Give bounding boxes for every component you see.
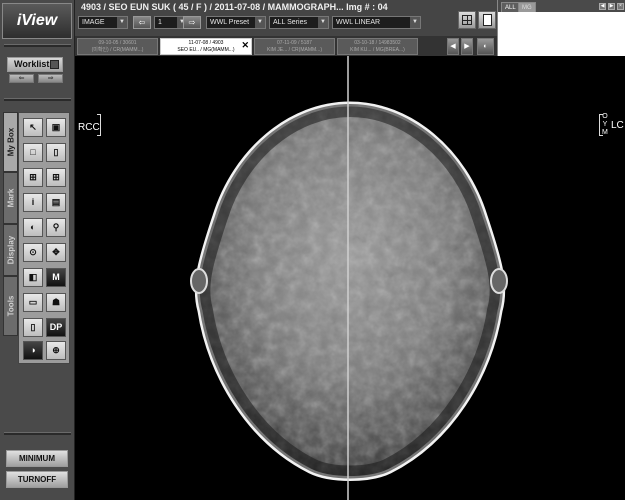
tab-tools[interactable]: Tools xyxy=(3,276,18,336)
layout-grid-button[interactable] xyxy=(458,11,476,29)
study-tabs: 09-10-05 / 30601 (미확인) / CR(MAMM...) 11-0… xyxy=(75,36,497,56)
tab-mg[interactable]: MG xyxy=(518,2,536,12)
worklist-icon xyxy=(50,60,59,69)
close-icon[interactable]: × xyxy=(617,3,624,10)
tabs-menu-icon[interactable]: ◐ xyxy=(477,38,494,55)
prev-arrow-button[interactable]: ⇐ xyxy=(9,74,34,83)
save-tool-icon[interactable]: ▣ xyxy=(46,118,66,137)
worklist-label: Worklist xyxy=(14,59,50,69)
image-viewport[interactable]: RCC O Y M LC xyxy=(75,56,625,500)
mammogram-image xyxy=(190,56,508,500)
label-bracket xyxy=(97,114,101,136)
tab-display[interactable]: Display xyxy=(3,224,18,276)
layout-2x2-icon[interactable]: ⊞ xyxy=(23,168,43,187)
layout-1x1-icon[interactable]: □ xyxy=(23,143,43,162)
grid-icon xyxy=(462,15,472,25)
close-tab-icon[interactable]: ✕ xyxy=(241,41,249,50)
app-logo: iView xyxy=(2,3,72,39)
study-tab-active[interactable]: 11-07-08 / 4903 SEO EU.. / MG(MAMM...) ✕ xyxy=(160,38,252,55)
tab-mark[interactable]: Mark xyxy=(3,172,18,224)
report-view-button[interactable] xyxy=(478,11,496,29)
chevron-down-icon: ▼ xyxy=(117,17,127,28)
app-window: iView Worklist ⇐ ⇒ My Box Mark Display T… xyxy=(0,0,625,500)
tools-panel: ↖ ▣ □ ▯ ⊞ ⊞ i ▤ ◐ ⚲ ⊙ ✥ ◧ M ▭ ☗ ▯ DP ◑ ⊕ xyxy=(18,112,70,364)
series-select[interactable]: ALL Series ▼ xyxy=(269,16,329,29)
tabs-next-icon[interactable]: ▶ xyxy=(461,38,473,55)
header-bar: 4903 / SEO EUN SUK ( 45 / F ) / 2011-07-… xyxy=(75,0,497,36)
view-label-right: LC xyxy=(611,120,624,131)
chevron-down-icon: ▼ xyxy=(255,17,265,28)
next-page-button[interactable]: ⇨ xyxy=(183,16,201,29)
pointer-tool-icon[interactable]: ↖ xyxy=(23,118,43,137)
divider xyxy=(4,432,71,435)
layout-3x3-icon[interactable]: ⊞ xyxy=(46,168,66,187)
patient-info: 4903 / SEO EUN SUK ( 45 / F ) / 2011-07-… xyxy=(81,2,388,12)
tab-all[interactable]: ALL xyxy=(501,2,520,12)
view-orientation-letters: O Y M xyxy=(602,113,608,136)
zoom-icon[interactable]: ⚲ xyxy=(46,218,66,237)
reset-icon[interactable]: ⊕ xyxy=(46,341,66,360)
thumbnail-tabs: ALL MG ◀ ▶ × xyxy=(498,0,625,12)
chevron-down-icon: ▼ xyxy=(318,17,328,28)
report-icon[interactable]: ▤ xyxy=(46,193,66,212)
tab-my-box[interactable]: My Box xyxy=(3,112,18,172)
worklist-button[interactable]: Worklist xyxy=(7,57,63,72)
thumbnail-panel: ALL MG ◀ ▶ × xyxy=(497,0,625,56)
left-sidebar: iView Worklist ⇐ ⇒ My Box Mark Display T… xyxy=(0,0,75,500)
window-level-icon[interactable]: ◐ xyxy=(23,218,43,237)
document-icon xyxy=(483,14,492,26)
wwl-mode-select[interactable]: WWL LINEAR ▼ xyxy=(332,16,421,29)
magnify-icon[interactable]: ⊙ xyxy=(23,243,43,262)
annotation-icon[interactable]: ☗ xyxy=(46,293,66,312)
scroll-right-icon[interactable]: ▶ xyxy=(608,3,615,10)
scroll-left-icon[interactable]: ◀ xyxy=(599,3,606,10)
chevron-down-icon: ▼ xyxy=(410,17,420,28)
dicom-icon[interactable]: DP xyxy=(46,318,66,337)
compare-icon[interactable]: ▯ xyxy=(23,318,43,337)
ruler-icon[interactable]: ▭ xyxy=(23,293,43,312)
prev-page-button[interactable]: ⇦ xyxy=(133,16,151,29)
flip-icon[interactable]: ◧ xyxy=(23,268,43,287)
divider xyxy=(4,44,71,47)
pan-icon[interactable]: ✥ xyxy=(46,243,66,262)
study-tab[interactable]: 03-10-18 / 14983502 KIM KU... / MG(BREA..… xyxy=(337,38,418,55)
minimum-button[interactable]: MINIMUM xyxy=(6,450,68,467)
study-tab[interactable]: 07-11-09 / 5187 KIM JE... / CR(MAMM...) xyxy=(254,38,335,55)
marker-icon[interactable]: M xyxy=(46,268,66,287)
divider xyxy=(4,98,71,101)
wwl-preset-select[interactable]: WWL Preset ▼ xyxy=(206,16,266,29)
study-tab[interactable]: 09-10-05 / 30601 (미확인) / CR(MAMM...) xyxy=(77,38,158,55)
info-icon[interactable]: i xyxy=(23,193,43,212)
turnoff-button[interactable]: TURNOFF xyxy=(6,471,68,488)
invert-icon[interactable]: ◑ xyxy=(23,341,43,360)
layout-1x2-icon[interactable]: ▯ xyxy=(46,143,66,162)
tabs-prev-icon[interactable]: ◀ xyxy=(447,38,459,55)
next-arrow-button[interactable]: ⇒ xyxy=(38,74,63,83)
mode-select[interactable]: IMAGE ▼ xyxy=(78,16,128,29)
